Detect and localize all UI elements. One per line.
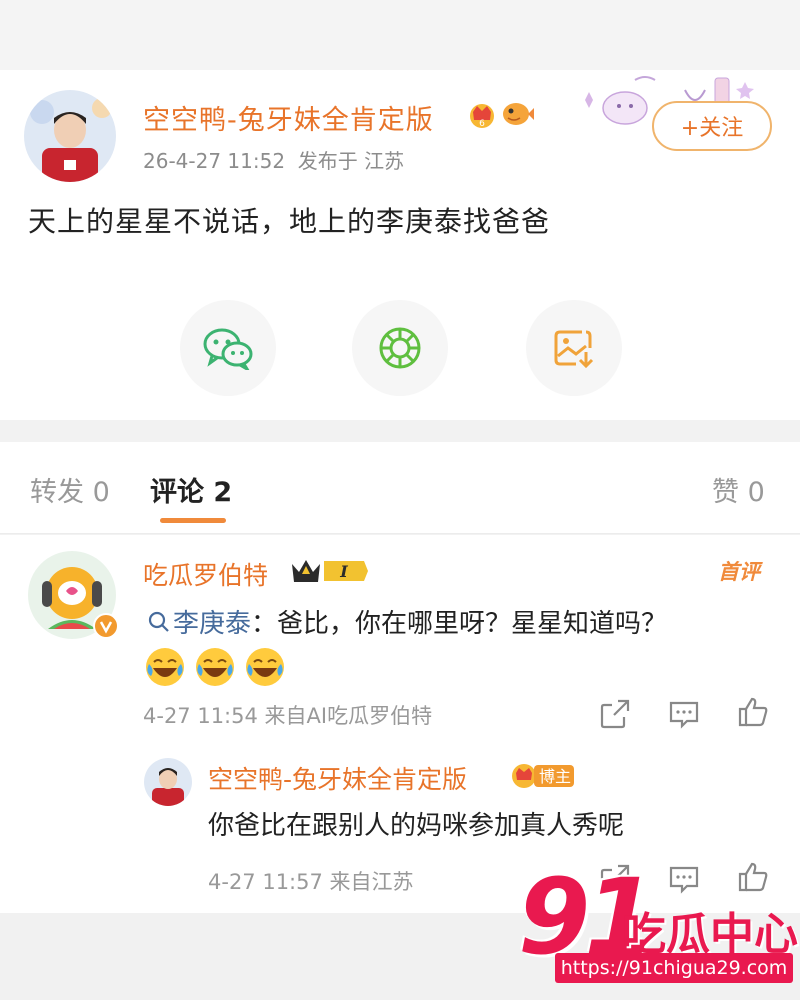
tab-comments[interactable]: 评论 2 bbox=[150, 470, 232, 509]
laugh-cry-emoji-icon bbox=[146, 648, 184, 686]
comment-body: ：爸比，你在哪里呀？星星知道吗？ bbox=[251, 609, 668, 639]
post-time: 26-4-27 11:52 bbox=[143, 149, 286, 173]
share-moments-button[interactable] bbox=[352, 300, 448, 396]
first-comment-tag: 首评 bbox=[718, 560, 760, 584]
like-icon[interactable] bbox=[736, 695, 770, 729]
svg-text:I: I bbox=[339, 562, 348, 581]
reply-like-icon[interactable] bbox=[736, 860, 770, 894]
mention-link[interactable]: 李庚泰 bbox=[173, 603, 251, 640]
author-avatar[interactable] bbox=[24, 90, 116, 182]
share-wechat-button[interactable] bbox=[180, 300, 276, 396]
top-spacer bbox=[0, 0, 800, 70]
tab-bar: 转发 0 评论 2 赞 0 bbox=[0, 442, 800, 534]
post-location: 发布于 江苏 bbox=[297, 149, 405, 173]
laugh-cry-emoji-icon bbox=[246, 648, 284, 686]
save-image-icon bbox=[554, 330, 594, 369]
post-meta: 26-4-27 11:52 发布于 江苏 bbox=[143, 145, 404, 174]
comment-icon[interactable] bbox=[667, 697, 701, 731]
tab-active-indicator bbox=[160, 518, 226, 523]
follow-button[interactable]: +关注 bbox=[652, 101, 772, 151]
emoji-row bbox=[144, 646, 286, 688]
pufferfish-badge-icon bbox=[503, 103, 534, 125]
save-image-button[interactable] bbox=[526, 300, 622, 396]
moments-icon bbox=[379, 327, 421, 369]
search-icon bbox=[148, 611, 169, 632]
post-text: 天上的星星不说话，地上的李庚泰找爸爸 bbox=[28, 205, 551, 238]
reply-author-avatar[interactable] bbox=[144, 758, 192, 806]
reply-text: 你爸比在跟别人的妈咪参加真人秀呢 bbox=[208, 811, 625, 841]
tab-likes[interactable]: 赞 0 bbox=[712, 470, 765, 509]
verified-icon bbox=[93, 613, 119, 639]
laugh-cry-emoji-icon bbox=[196, 648, 234, 686]
commenter-name[interactable]: 吃瓜罗伯特 bbox=[143, 556, 268, 592]
reply-meta: 4-27 11:57 来自江苏 bbox=[208, 870, 414, 894]
author-name[interactable]: 空空鸭-兔牙妹全肯定版 bbox=[143, 98, 434, 137]
reply-author-name[interactable]: 空空鸭-兔牙妹全肯定版 bbox=[208, 760, 467, 796]
crown-badge-icon: 6 bbox=[470, 104, 494, 129]
reply-comment-icon[interactable] bbox=[667, 862, 701, 896]
wechat-icon bbox=[203, 328, 253, 370]
tab-repost[interactable]: 转发 0 bbox=[30, 470, 110, 509]
svg-text:6: 6 bbox=[479, 119, 485, 129]
member-level-badge-icon: I bbox=[292, 560, 368, 582]
comment-meta: 4-27 11:54 来自AI吃瓜罗伯特 bbox=[143, 704, 433, 728]
watermark-url: https://91chigua29.com bbox=[555, 953, 793, 983]
comment-text: 李庚泰 ：爸比，你在哪里呀？星星知道吗？ bbox=[147, 603, 667, 640]
share-icon[interactable] bbox=[598, 697, 632, 731]
blogger-badge-label: 博主 bbox=[538, 767, 571, 786]
